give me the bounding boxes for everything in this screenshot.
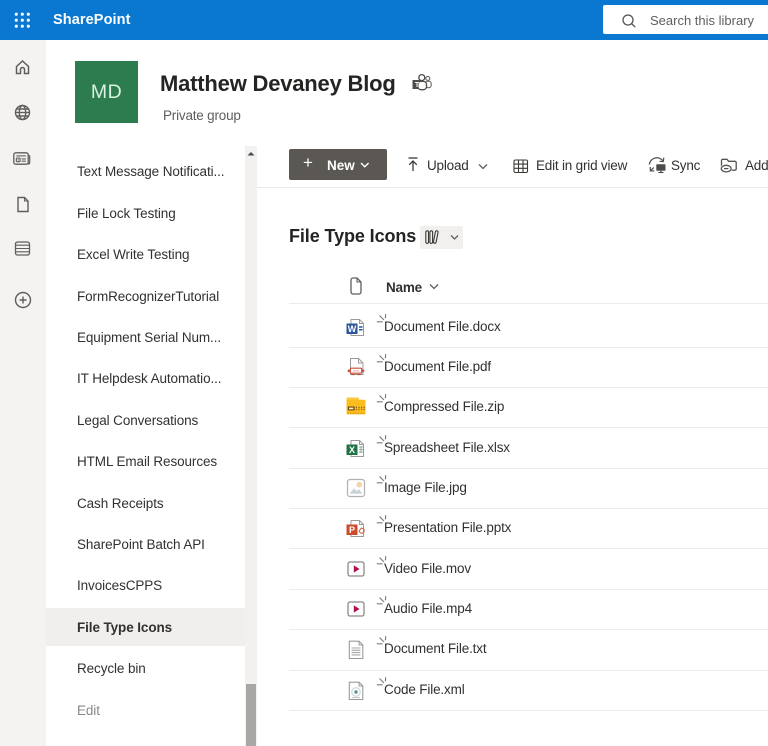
- svg-text:X: X: [349, 445, 355, 455]
- svg-text:W: W: [348, 324, 357, 334]
- svg-text:T: T: [415, 82, 420, 89]
- svg-text:P: P: [349, 525, 355, 535]
